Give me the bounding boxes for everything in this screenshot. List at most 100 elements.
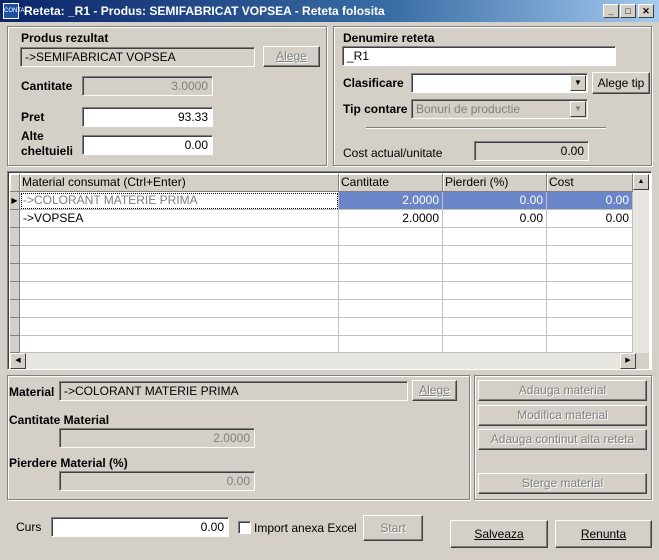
produs-field[interactable]: ->SEMIFABRICAT VOPSEA: [20, 47, 255, 67]
import-excel-checkbox[interactable]: [238, 521, 251, 534]
pret-input[interactable]: 93.33: [82, 107, 213, 127]
sterge-material-button[interactable]: Sterge material: [478, 473, 647, 494]
table-cell[interactable]: 2.0000: [339, 192, 443, 210]
empty-cell[interactable]: [547, 300, 633, 318]
empty-cell[interactable]: [20, 318, 339, 336]
salveaza-button[interactable]: Salveaza: [450, 520, 548, 548]
start-button[interactable]: Start: [363, 515, 423, 541]
close-button[interactable]: ✕: [638, 4, 654, 18]
alege-produs-label: Alege: [276, 49, 307, 63]
alege-tip-label: Alege tip: [597, 76, 645, 90]
empty-cell[interactable]: [339, 246, 443, 264]
cantitate-field[interactable]: 3.0000: [82, 76, 213, 96]
scrollbar-corner: [636, 353, 649, 369]
row-indicator: [10, 228, 20, 246]
row-indicator: [10, 318, 20, 336]
empty-cell[interactable]: [339, 318, 443, 336]
empty-cell[interactable]: [443, 336, 547, 353]
empty-cell[interactable]: [547, 282, 633, 300]
pierdere-material-field[interactable]: 0.00: [59, 471, 255, 491]
materials-grid[interactable]: Material consumat (Ctrl+Enter) Cantitate…: [7, 171, 652, 370]
scroll-up-icon[interactable]: ▲: [633, 174, 649, 190]
row-indicator: [10, 282, 20, 300]
table-row[interactable]: ->COLORANT MATERIE PRIMA: [20, 192, 339, 210]
clasificare-combo[interactable]: ▼: [411, 73, 588, 93]
row-indicator: [10, 246, 20, 264]
empty-cell[interactable]: [443, 282, 547, 300]
tip-contare-value: Bonuri de productie: [416, 102, 521, 116]
col-header-cantitate[interactable]: Cantitate: [339, 174, 443, 192]
adauga-material-button[interactable]: Adauga material: [478, 380, 647, 401]
renunta-label: Renunta: [580, 527, 627, 541]
empty-cell[interactable]: [339, 336, 443, 353]
vertical-scrollbar[interactable]: [633, 174, 649, 353]
row-indicator: [10, 210, 20, 228]
clasificare-label: Clasificare: [343, 76, 404, 90]
salveaza-label: Salveaza: [474, 527, 524, 541]
scroll-right-icon[interactable]: ▶: [620, 353, 636, 369]
alte-cheltuieli-input[interactable]: 0.00: [82, 135, 213, 155]
table-row[interactable]: ->VOPSEA: [20, 210, 339, 228]
alege-material-button[interactable]: Alege: [412, 380, 457, 401]
table-cell[interactable]: 0.00: [547, 192, 633, 210]
empty-cell[interactable]: [443, 264, 547, 282]
table-cell[interactable]: 2.0000: [339, 210, 443, 228]
empty-cell[interactable]: [339, 228, 443, 246]
tip-contare-combo[interactable]: Bonuri de productie ▼: [411, 99, 588, 119]
adauga-continut-button[interactable]: Adauga continut alta reteta: [478, 429, 647, 450]
empty-cell[interactable]: [443, 300, 547, 318]
table-cell[interactable]: 0.00: [443, 192, 547, 210]
empty-cell[interactable]: [20, 246, 339, 264]
maximize-button[interactable]: □: [620, 4, 636, 18]
curs-input[interactable]: 0.00: [51, 517, 229, 537]
col-header-material[interactable]: Material consumat (Ctrl+Enter): [20, 174, 339, 192]
empty-cell[interactable]: [20, 336, 339, 353]
horizontal-scrollbar[interactable]: [10, 353, 649, 369]
empty-cell[interactable]: [339, 300, 443, 318]
empty-cell[interactable]: [547, 336, 633, 353]
close-icon: ✕: [642, 6, 650, 16]
scroll-left-icon[interactable]: ◀: [10, 353, 26, 369]
minimize-icon: _: [608, 6, 614, 16]
alege-tip-button[interactable]: Alege tip: [592, 72, 650, 94]
minimize-button[interactable]: _: [603, 4, 619, 18]
empty-cell[interactable]: [547, 228, 633, 246]
table-cell[interactable]: 0.00: [547, 210, 633, 228]
denumire-input[interactable]: _R1: [342, 46, 616, 66]
empty-cell[interactable]: [20, 282, 339, 300]
empty-cell[interactable]: [443, 228, 547, 246]
window-title: Reteta: _R1 - Produs: SEMIFABRICAT VOPSE…: [24, 4, 385, 18]
tip-contare-dropdown-icon[interactable]: ▼: [570, 101, 586, 117]
cost-label: Cost actual/unitate: [343, 146, 443, 160]
cost-field[interactable]: 0.00: [474, 141, 589, 161]
empty-cell[interactable]: [339, 282, 443, 300]
empty-cell[interactable]: [547, 246, 633, 264]
modifica-material-button[interactable]: Modifica material: [478, 405, 647, 426]
pierdere-material-label: Pierdere Material (%): [9, 456, 128, 470]
empty-cell[interactable]: [443, 318, 547, 336]
row-indicator: [10, 300, 20, 318]
alte-label: Alte: [21, 129, 44, 143]
title-bar[interactable]: Reteta: _R1 - Produs: SEMIFABRICAT VOPSE…: [0, 0, 659, 22]
table-cell[interactable]: 0.00: [443, 210, 547, 228]
empty-cell[interactable]: [547, 264, 633, 282]
renunta-button[interactable]: Renunta: [555, 520, 652, 548]
empty-cell[interactable]: [20, 300, 339, 318]
clasificare-dropdown-icon[interactable]: ▼: [570, 75, 586, 91]
produs-label: Produs rezultat: [21, 31, 109, 45]
cheltuieli-label: cheltuieli: [21, 144, 74, 158]
empty-cell[interactable]: [443, 246, 547, 264]
material-label: Material: [9, 385, 55, 399]
col-header-cost[interactable]: Cost: [547, 174, 633, 192]
denumire-label: Denumire reteta: [343, 31, 435, 45]
alege-produs-button[interactable]: Alege: [263, 46, 320, 67]
material-field[interactable]: ->COLORANT MATERIE PRIMA: [59, 381, 408, 401]
empty-cell[interactable]: [20, 228, 339, 246]
col-header-pierderi[interactable]: Pierderi (%): [443, 174, 547, 192]
empty-cell[interactable]: [339, 264, 443, 282]
empty-cell[interactable]: [20, 264, 339, 282]
empty-cell[interactable]: [547, 318, 633, 336]
grid-corner: [10, 174, 20, 192]
row-indicator: [10, 336, 20, 353]
cantitate-material-field[interactable]: 2.0000: [59, 428, 255, 448]
